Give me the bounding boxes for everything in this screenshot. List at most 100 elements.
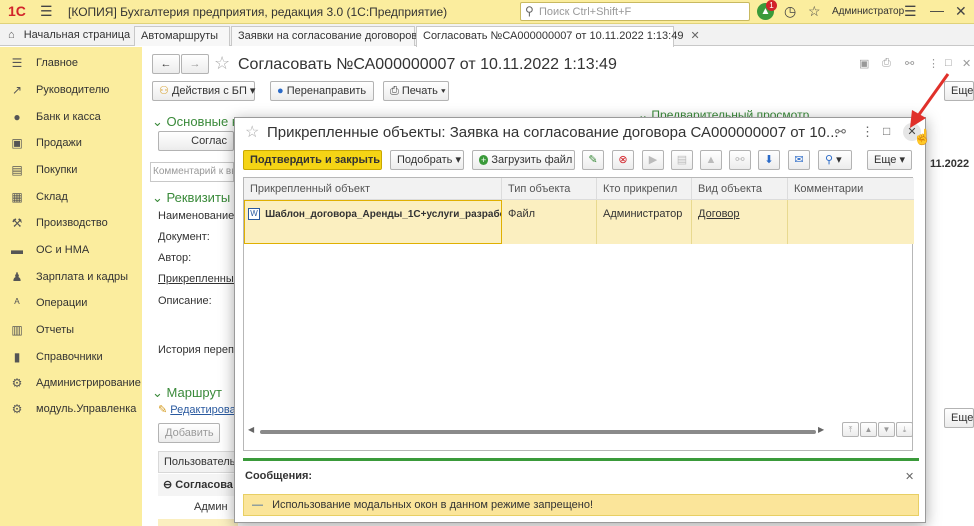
tab-approve[interactable]: Согласовать №СА000000007 от 10.11.2022 1… [416,26,700,47]
sidebar-item-catalogs[interactable]: ▮ Справочники [0,344,142,370]
favorites-icon[interactable]: ☆ [808,3,821,20]
move-up-button[interactable]: ▲ [860,422,877,437]
sidebar-item-warehouse[interactable]: ▦ Склад [0,184,142,210]
sidebar-item-main[interactable]: ☰ Главное [0,50,142,76]
pencil-icon: ✎ [158,404,168,416]
edit-file-button[interactable]: ▤ [671,150,693,170]
col-header-comment[interactable]: Комментарии [788,178,914,200]
person-icon: ♟ [11,270,23,284]
attached-objects-table: Прикрепленный объект Тип объекта Кто при… [243,177,914,451]
tab-home[interactable]: ⌂ Начальная страница [2,26,132,46]
sidebar-item-admin[interactable]: ⚙ Администрирование [0,370,142,396]
delete-button[interactable]: ⊗ [612,150,634,170]
edit-route-link[interactable]: ✎ Редактирова [158,403,236,416]
details-label: Реквизиты [166,190,231,205]
print-button[interactable]: ⎙ Печать ▾ [383,81,449,101]
send-button[interactable]: ✉ [788,150,810,170]
select-button[interactable]: Подобрать ▾ [390,150,464,170]
scroll-left-icon[interactable]: ◀ [248,425,254,434]
cell-object[interactable]: W Шаблон_договора_Аренды_1С+услуги_разра… [244,200,502,244]
sidebar-item-operations[interactable]: ᴬ Операции [0,290,142,316]
main-menu-icon[interactable]: ☰ [40,3,53,20]
gear-icon: ⚙ [11,376,23,390]
edit-button[interactable]: ✎ [582,150,604,170]
agree-label: Соглас [191,135,227,147]
lock-button[interactable]: ▲ [700,150,722,170]
sidebar-item-salary[interactable]: ♟ Зарплата и кадры [0,264,142,290]
close-tab-icon[interactable]: ✕ [691,30,700,42]
col-header-kind[interactable]: Вид объекта [692,178,788,200]
col-header-type[interactable]: Тип объекта [502,178,597,200]
history-icon[interactable]: ◷ [784,3,796,20]
sidebar-item-purchases[interactable]: ▤ Покупки [0,157,142,183]
main-section-header[interactable]: ⌄ Основные к [152,114,238,130]
horizontal-scrollbar[interactable] [260,430,816,434]
messages-panel: Сообщения: ✕ — Использование модальных о… [243,458,919,520]
route-admin-row[interactable]: Админ [158,497,238,519]
back-button[interactable]: ← [152,54,180,74]
description-label: Описание: [158,295,212,307]
sidebar-item-production[interactable]: ⚒ Производство [0,210,142,236]
sidebar-item-assets[interactable]: ▬ ОС и НМА [0,237,142,263]
modal-maximize-icon[interactable]: □ [883,124,890,138]
route-section-header[interactable]: ⌄ Маршрут [152,385,222,401]
sales-icon: ▣ [11,136,23,150]
message-item[interactable]: — Использование модальных окон в данном … [243,494,919,516]
forward-button[interactable]: → [181,54,209,74]
move-last-button[interactable]: ⤓ [896,422,913,437]
close-window-icon[interactable]: ✕ [955,3,967,20]
agree-button[interactable]: Соглас [158,131,234,151]
tab-requests[interactable]: Заявки на согласование договоров [231,26,417,46]
sidebar-item-sales[interactable]: ▣ Продажи [0,130,142,156]
minimize-icon[interactable]: — [930,2,944,18]
move-down-button[interactable]: ▼ [878,422,895,437]
sidebar-item-label: ОС и НМА [36,244,90,256]
col-header-who[interactable]: Кто прикрепил [597,178,692,200]
open-button[interactable]: ▶ [642,150,664,170]
user-name[interactable]: Администратор [832,6,904,17]
sidebar-item-bank[interactable]: ● Банк и касса [0,104,142,130]
move-first-button[interactable]: ⤒ [842,422,859,437]
file-name: Шаблон_договора_Аренды_1С+услуги_разрабо… [265,209,502,220]
sidebar-item-reports[interactable]: ▥ Отчеты [0,317,142,343]
doc-close-icon[interactable]: ✕ [962,57,971,70]
modal-more-label: Еще [874,154,897,166]
sidebar-item-module[interactable]: ⚙ модуль.Управленка [0,396,142,422]
redirect-button[interactable]: ● Перенаправить [270,81,374,101]
global-search[interactable]: ⚲ Поиск Ctrl+Shift+F [520,2,750,21]
cell-kind[interactable]: Договор [692,200,788,244]
attached-link[interactable]: Прикрепленные [158,273,240,285]
modal-star-icon[interactable]: ☆ [245,122,259,142]
download-button[interactable]: ⬇ [758,150,780,170]
sidebar-item-manager[interactable]: ↗ Руководителю [0,77,142,103]
app-title: [КОПИЯ] Бухгалтерия предприятия, редакци… [68,5,448,19]
modal-more-button[interactable]: Еще ▾ [867,150,912,170]
upload-file-button[interactable]: + Загрузить файл [472,150,575,170]
search-dropdown-button[interactable]: ⚲ ▾ [818,150,852,170]
col-header-object[interactable]: Прикрепленный объект [244,178,502,200]
save-icon[interactable]: ▣ [859,57,869,70]
messages-close-icon[interactable]: ✕ [905,470,914,483]
tab-automarshruty[interactable]: Автомаршруты [134,26,230,46]
modal-link-icon[interactable]: ⚯ [835,124,846,140]
print-label: Печать [401,85,438,97]
actions-bp-button[interactable]: ⚇ Действия с БП ▾ [152,81,255,101]
tab-label: Автомаршруты [141,30,219,42]
details-section-header[interactable]: ⌄ Реквизиты [152,190,230,206]
settings-menu-icon[interactable]: ☰ [904,3,917,20]
print-icon[interactable]: ⎙ [882,57,891,70]
doc-maximize-icon[interactable]: □ [945,57,952,69]
unlock-button[interactable]: ⚯ [729,150,751,170]
add-button[interactable]: Добавить [158,423,220,443]
confirm-close-button[interactable]: Подтвердить и закрыть [243,150,382,170]
route-more-button[interactable]: Еще [944,408,974,428]
message-text: Использование модальных окон в данном ре… [272,499,594,511]
scroll-right-icon[interactable]: ▶ [818,425,824,434]
modal-more-icon[interactable]: ⋮ [861,124,874,140]
favorite-star-icon[interactable]: ☆ [214,53,230,74]
comment-input[interactable]: Комментарий к вы [150,162,234,182]
link-icon[interactable]: ⚯ [905,57,914,70]
route-group-row[interactable]: ⊖ Согласова [158,474,238,496]
cart-icon: ▤ [11,163,23,177]
doc-more-icon[interactable]: ⋮ [928,57,939,70]
